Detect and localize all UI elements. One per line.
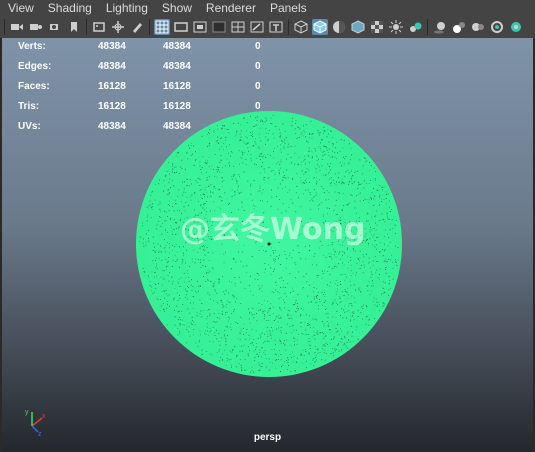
svg-text:y: y [25, 409, 29, 416]
toolbar-divider [427, 19, 428, 35]
xray-icon[interactable] [508, 19, 524, 35]
menu-lighting[interactable]: Lighting [98, 0, 148, 16]
hud-label: Tris: [18, 100, 40, 112]
panel-toolbar [0, 16, 535, 39]
use-all-lights-icon[interactable] [369, 19, 385, 35]
grid-icon[interactable] [154, 19, 170, 35]
wireframe-on-shaded-icon[interactable] [331, 19, 347, 35]
bookmark-icon[interactable] [66, 19, 82, 35]
safe-action-icon[interactable] [249, 19, 265, 35]
film-gate-icon[interactable] [173, 19, 189, 35]
anti-aliasing-icon[interactable] [451, 19, 467, 35]
shadows-icon[interactable] [388, 19, 404, 35]
isolate-select-icon[interactable] [489, 19, 505, 35]
hud-label: Faces: [18, 80, 50, 92]
smooth-shade-icon[interactable] [312, 19, 328, 35]
hud-value: 48384 [98, 40, 126, 52]
wireframe-icon[interactable] [293, 19, 309, 35]
toolbar-divider [86, 19, 87, 35]
depth-of-field-icon[interactable] [470, 19, 486, 35]
hud-value: 48384 [98, 60, 126, 72]
menu-renderer[interactable]: Renderer [198, 0, 256, 16]
hud-label: UVs: [18, 120, 41, 132]
hud-row-faces: Faces: 16128 16128 0 [18, 76, 285, 96]
menu-view[interactable]: View [0, 0, 34, 16]
select-camera-icon[interactable] [9, 19, 25, 35]
menu-panels[interactable]: Panels [262, 0, 307, 16]
safe-title-icon[interactable] [268, 19, 284, 35]
field-chart-icon[interactable] [230, 19, 246, 35]
textured-icon[interactable] [350, 19, 366, 35]
svg-text:x: x [42, 413, 46, 420]
hud-value: 48384 [163, 40, 191, 52]
hud-value: 16128 [163, 80, 191, 92]
camera-attributes-icon[interactable] [28, 19, 44, 35]
hud-value: 0 [255, 60, 261, 72]
toolbar-divider [288, 19, 289, 35]
hud-label: Verts: [18, 40, 46, 52]
motion-blur-icon[interactable] [432, 19, 448, 35]
hud-value: 48384 [163, 60, 191, 72]
menu-shading[interactable]: Shading [40, 0, 92, 16]
hud-value: 0 [255, 80, 261, 92]
toolbar-divider [149, 19, 150, 35]
gate-mask-icon[interactable] [211, 19, 227, 35]
bookmark-camera-icon[interactable] [47, 19, 63, 35]
resolution-gate-icon[interactable] [192, 19, 208, 35]
toolbar-divider [4, 19, 5, 35]
hud-label: Edges: [18, 60, 52, 72]
watermark-text: @玄冬Wong [180, 212, 366, 247]
screen-space-ao-icon[interactable] [407, 19, 423, 35]
image-plane-icon[interactable] [91, 19, 107, 35]
grease-pencil-icon[interactable] [129, 19, 145, 35]
hud-row-verts: Verts: 48384 48384 0 [18, 38, 285, 56]
menu-show[interactable]: Show [154, 0, 192, 16]
hud-row-edges: Edges: 48384 48384 0 [18, 56, 285, 76]
menu-bar: View Shading Lighting Show Renderer Pane… [0, 0, 535, 16]
persp-viewport[interactable]: Verts: 48384 48384 0 Edges: 48384 48384 … [0, 38, 535, 452]
transform-tool-icon[interactable] [110, 19, 126, 35]
camera-name-label: persp [253, 432, 282, 443]
hud-value: 0 [255, 40, 261, 52]
hud-value: 16128 [98, 80, 126, 92]
